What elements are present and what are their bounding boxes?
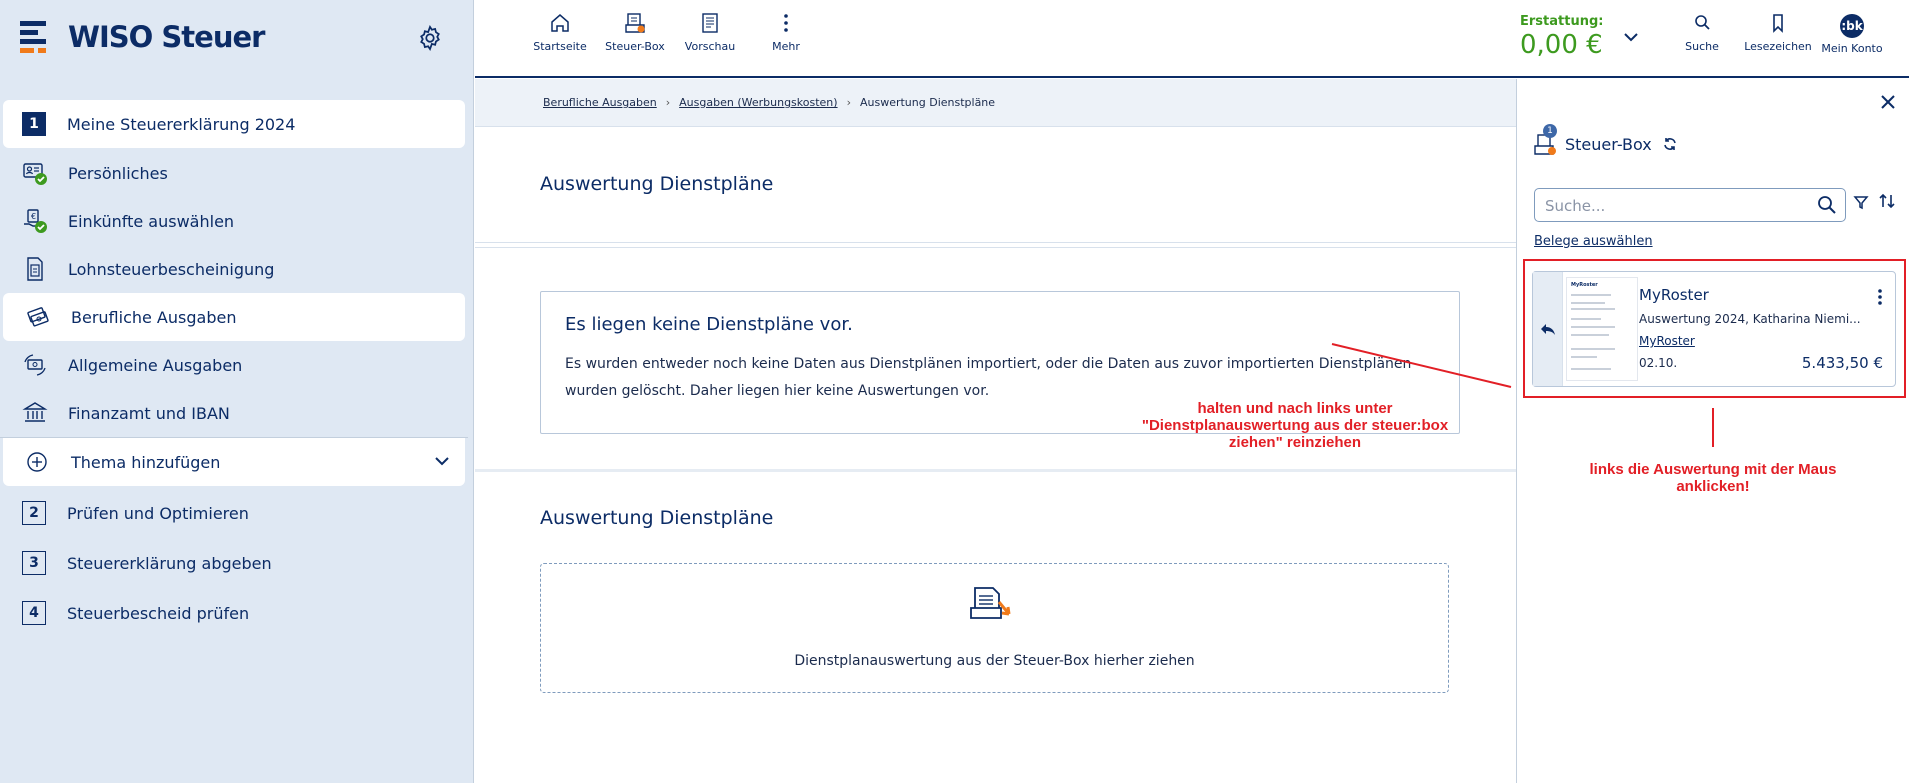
annotation-click-hint: links die Auswertung mit der Maus anklic…: [1589, 461, 1837, 495]
annotation-lines: [1331, 343, 1714, 447]
annotation-drag-hint: halten und nach links unter "Dienstplana…: [1141, 400, 1449, 451]
